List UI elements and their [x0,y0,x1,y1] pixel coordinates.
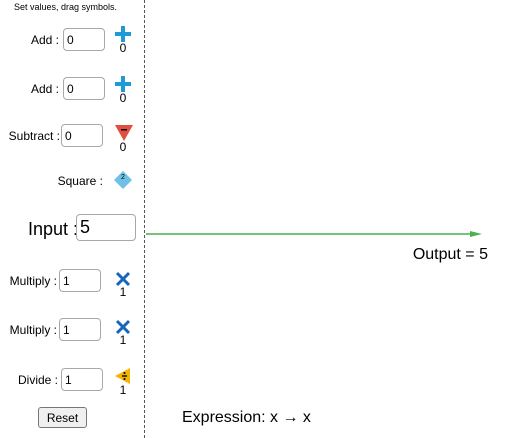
add-label-2: Add : [30,82,59,96]
multiply-symbol-count-1: 1 [119,285,127,299]
multiply-value-input-1[interactable] [59,269,101,292]
output-text: Output = 5 [412,246,488,263]
function-arrow [146,224,486,242]
multiply-symbol-count-2: 1 [119,333,127,347]
add-value-input-2[interactable] [63,77,105,100]
square-label: Square : [57,174,103,188]
reset-button[interactable]: Reset [38,407,87,428]
divide-label: Divide : [17,373,58,387]
square-badge: 2 [121,174,125,181]
subtract-value-input[interactable] [61,124,103,147]
subtract-label: Subtract : [8,129,60,143]
multiply-label-2: Multiply : [9,323,57,337]
subtract-symbol-count: 0 [119,140,127,154]
divide-symbol-count: 1 [119,383,127,397]
input-label: Input : [28,219,79,239]
instructions-text: Set values, drag symbols. [14,2,118,12]
add-label-1: Add : [30,33,59,47]
square-diamond-icon[interactable]: 2 [113,170,133,190]
multiply-label-1: Multiply : [9,274,57,288]
divide-value-input[interactable] [61,368,103,391]
add-value-input-1[interactable] [63,28,105,51]
panel-divider [144,0,145,438]
expression-text: Expression: x → x [182,409,311,426]
add-symbol-count-2: 0 [119,91,127,105]
add-symbol-count-1: 0 [119,41,127,55]
function-machine-app: Set values, drag symbols. Add : 0 Add : … [0,0,512,438]
input-field[interactable] [76,214,136,241]
multiply-value-input-2[interactable] [59,318,101,341]
